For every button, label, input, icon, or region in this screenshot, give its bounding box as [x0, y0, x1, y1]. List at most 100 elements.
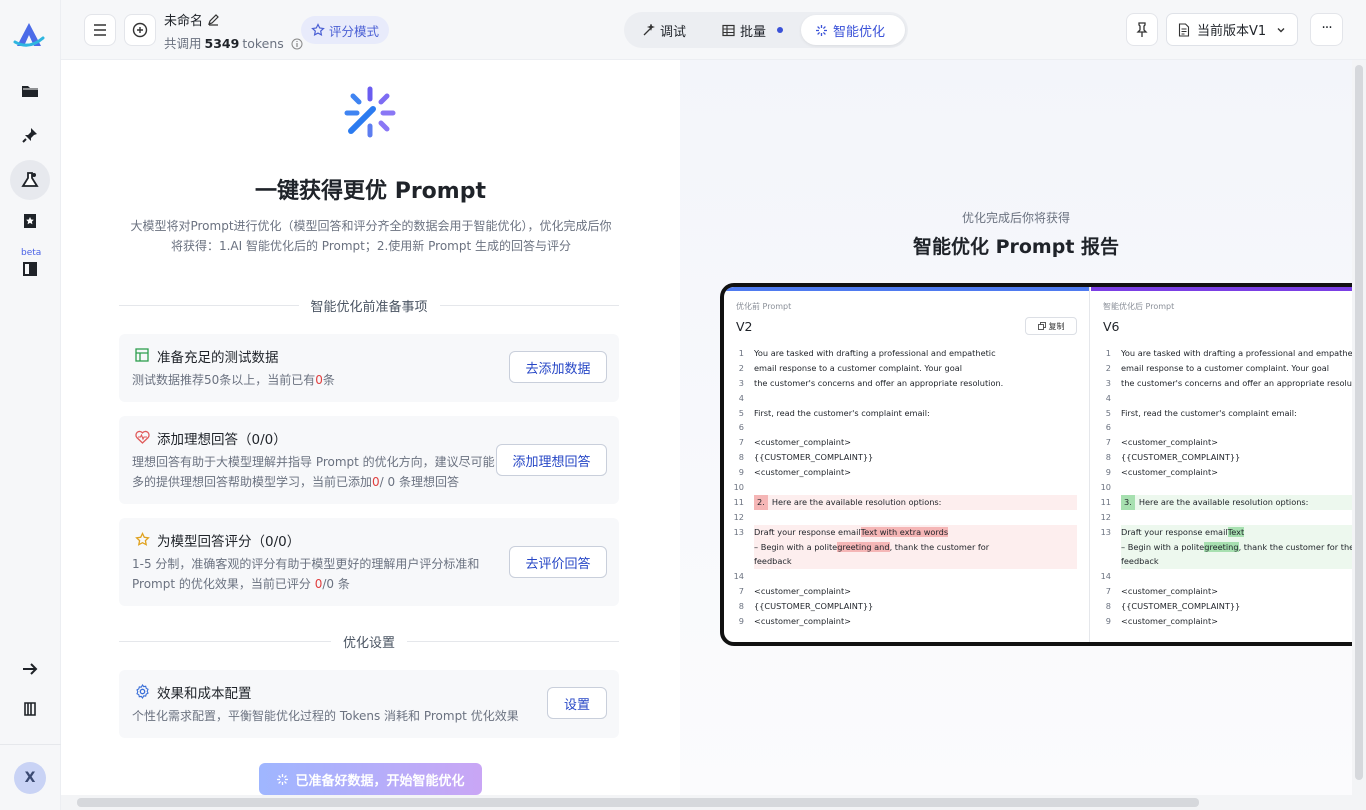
pin-icon[interactable]	[15, 120, 45, 150]
line-number: 9	[1105, 467, 1111, 478]
line-text: <customer_complaint>	[1121, 435, 1218, 450]
code-line: 8 {{CUSTOMER_COMPLAINT}}	[724, 599, 1089, 614]
copy-button[interactable]: 复制	[1025, 317, 1077, 335]
cost-config-card: 效果和成本配置 个性化需求配置，平衡智能优化过程的 Tokens 消耗和 Pro…	[119, 670, 619, 738]
line-number: 11	[1100, 496, 1111, 507]
line-text: {{CUSTOMER_COMPLAINT}}	[754, 450, 873, 465]
line-content: <customer_complaint>	[754, 437, 852, 448]
line-number: 12	[733, 511, 744, 522]
line-number: 7	[738, 586, 744, 597]
code-line: 3 the customer's concerns and offer an ap…	[724, 376, 1089, 391]
report-title: 智能优化 Prompt 报告	[912, 236, 1120, 258]
optimize-setup-panel: 一键获得更优 Prompt 大模型将对Prompt进行优化（模型回答和评分齐全的…	[61, 60, 680, 810]
before-label: 优化前 Prompt	[736, 302, 792, 311]
line-number: 13	[1100, 526, 1111, 537]
settings-gear-icon	[133, 682, 151, 700]
horizontal-scroll-thumb[interactable]	[77, 798, 1199, 807]
section-divider-prep: 智能优化前准备事项	[119, 298, 619, 315]
line-content: the customer's concerns and offer an app…	[1121, 377, 1352, 388]
ideal-answer-desc: 理想回答有助于大模型理解并指导 Prompt 的优化方向，建议尽可能 多的提供理想…	[132, 455, 495, 489]
app-logo[interactable]	[12, 20, 46, 50]
tab-batch[interactable]: 批量	[708, 15, 797, 45]
flask-icon[interactable]	[10, 160, 50, 200]
horizontal-scrollbar[interactable]	[61, 795, 1366, 810]
vertical-scrollbar[interactable]	[1352, 60, 1366, 795]
line-text: {{CUSTOMER_COMPLAINT}}	[1121, 450, 1240, 465]
add-data-button[interactable]: 去添加数据	[509, 351, 607, 383]
star-badge-icon[interactable]	[15, 206, 45, 236]
vertical-scroll-thumb[interactable]	[1355, 65, 1363, 780]
line-content: First, read the customer's complaint ema…	[754, 407, 930, 418]
pin-toggle-button[interactable]	[1126, 13, 1158, 46]
diff-highlight: greeting	[1204, 541, 1239, 552]
code-line: 9 <customer_complaint>	[724, 465, 1089, 480]
line-number: 3	[1105, 377, 1111, 388]
section-title-prep: 智能优化前准备事项	[310, 299, 428, 315]
line-number: 13	[733, 526, 744, 537]
ideal-answer-title: 添加理想回答（0/0）	[157, 432, 287, 448]
line-number: 8	[738, 601, 744, 612]
line-text: 3. Here are the available resolution opti…	[1121, 494, 1352, 510]
add-button[interactable]	[124, 14, 156, 46]
code-line: 7 <customer_complaint>	[1091, 435, 1352, 450]
code-line: 4	[1091, 391, 1352, 406]
folder-icon[interactable]	[15, 76, 45, 106]
code-line: 8 {{CUSTOMER_COMPLAINT}}	[1091, 450, 1352, 465]
line-text: feedback	[754, 554, 1077, 570]
code-line: 8 {{CUSTOMER_COMPLAINT}}	[1091, 599, 1352, 614]
line-content: You are tasked with drafting a professio…	[1121, 348, 1352, 358]
code-line: 1 You are tasked with drafting a professi…	[1091, 346, 1352, 361]
edit-icon[interactable]	[207, 14, 220, 26]
line-content: {{CUSTOMER_COMPLAINT}}	[1121, 452, 1241, 463]
avatar[interactable]: X	[14, 762, 46, 794]
line-number: 12	[1100, 511, 1111, 522]
rate-answers-button[interactable]: 去评价回答	[509, 546, 607, 578]
more-button[interactable]: ···	[1310, 13, 1343, 46]
code-line: 13 Draft your response emailText with ext…	[724, 524, 1089, 540]
before-prompt-pane: 优化前 Prompt V2 复制 1 You are tasked with dr…	[724, 287, 1090, 642]
line-number: 8	[1105, 601, 1111, 612]
version-select[interactable]: 当前版本V1	[1166, 13, 1298, 46]
rating-card: 为模型回答评分（0/0） 1-5 分制，准确客观的评分有助于模型更好的理解用户评…	[119, 518, 619, 606]
code-line: 11 2. Here are the available resolution op…	[724, 494, 1089, 510]
add-ideal-answer-button[interactable]: 添加理想回答	[496, 444, 607, 476]
info-icon[interactable]	[291, 38, 303, 50]
line-number: 7	[738, 437, 744, 448]
dataset-icon[interactable]	[15, 254, 45, 284]
code-line: 13 Draft your response emailText	[1091, 524, 1352, 540]
line-text: First, read the customer's complaint ema…	[1121, 406, 1297, 421]
code-line: 9 <customer_complaint>	[1091, 465, 1352, 480]
line-content: email response to a customer complaint. …	[754, 362, 963, 373]
prompt-title[interactable]: 未命名	[164, 10, 220, 29]
settings-button[interactable]: 设置	[547, 687, 607, 719]
code-line: feedback	[724, 554, 1089, 570]
line-number: 8	[738, 452, 744, 463]
line-text: <customer_complaint>	[1121, 614, 1218, 629]
line-content: You are tasked with drafting a professio…	[754, 348, 996, 358]
section-title-settings: 优化设置	[343, 635, 396, 651]
line-text: <customer_complaint>	[1121, 584, 1218, 599]
cost-config-desc: 个性化需求配置，平衡智能优化过程的 Tokens 消耗和 Prompt 优化效果	[132, 709, 519, 723]
line-text: Draft your response emailText	[1121, 524, 1352, 540]
code-line: feedback	[1091, 554, 1352, 570]
tab-optimize[interactable]: 智能优化	[801, 15, 905, 45]
line-text: email response to a customer complaint. …	[1121, 361, 1329, 376]
after-prompt-pane: 智能优化后 Prompt V6 1 You are tasked with dra…	[1091, 287, 1352, 642]
line-number: 14	[733, 571, 744, 582]
line-text: {{CUSTOMER_COMPLAINT}}	[754, 599, 873, 614]
code-line: 5 First, read the customer's complaint em…	[724, 406, 1089, 421]
code-line: 7 <customer_complaint>	[1091, 584, 1352, 599]
arrow-right-icon[interactable]	[15, 654, 45, 684]
code-line: 11 3. Here are the available resolution op…	[1091, 494, 1352, 510]
test-data-card: 准备充足的测试数据 测试数据推荐50条以上，当前已有0条 去添加数据	[119, 334, 619, 402]
line-text: email response to a customer complaint. …	[754, 361, 962, 376]
plus-circle-icon	[132, 22, 148, 38]
tab-debug[interactable]: 调试	[628, 15, 700, 45]
eval-mode-button[interactable]: 评分模式	[301, 16, 390, 44]
book-icon[interactable]	[15, 694, 45, 724]
line-content: feedback	[1121, 556, 1159, 567]
menu-button[interactable]	[84, 14, 116, 46]
line-content: <customer_complaint>	[754, 467, 852, 478]
start-optimize-button[interactable]: 已准备好数据，开始智能优化	[259, 763, 482, 795]
code-line: 9 <customer_complaint>	[1091, 614, 1352, 629]
